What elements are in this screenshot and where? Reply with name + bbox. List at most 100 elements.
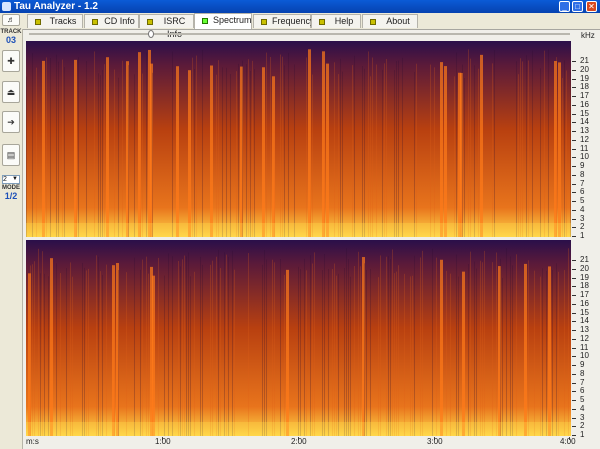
spectrum-band	[496, 252, 497, 436]
slider-track	[29, 33, 570, 35]
frequency-label: 5	[580, 395, 585, 404]
spectrum-band	[478, 68, 479, 237]
eject-button[interactable]: ⏏	[2, 81, 20, 103]
spectrum-band	[304, 258, 305, 436]
tab-isrc-info[interactable]: ISRC Info	[139, 14, 194, 39]
spectrum-band	[96, 255, 97, 436]
forward-icon: ➔	[7, 117, 15, 127]
position-slider[interactable]	[23, 29, 574, 39]
spectrum-band	[528, 260, 529, 436]
spectrum-band	[50, 258, 53, 436]
spectrum-band	[66, 268, 67, 436]
time-label-4: 4:00	[560, 437, 576, 446]
spectrum-band	[78, 57, 79, 237]
frequency-label: 21	[580, 255, 589, 264]
spectrum-band	[48, 276, 49, 436]
tab-cd-info[interactable]: CD Info	[84, 14, 139, 28]
spectrum-band	[474, 65, 475, 237]
add-button[interactable]: ✚	[2, 50, 20, 72]
spectrum-band	[284, 65, 285, 237]
close-button[interactable]: ✕	[586, 1, 597, 12]
spectrum-band	[518, 74, 519, 237]
spectrum-band	[534, 270, 535, 436]
spectrum-band	[140, 68, 141, 237]
spectrum-band	[548, 266, 551, 436]
spectrum-band	[140, 269, 141, 436]
tab-about[interactable]: About	[362, 14, 418, 28]
spectrum-band	[540, 68, 541, 237]
tab-status-icon	[202, 18, 208, 24]
slider-thumb[interactable]	[148, 30, 154, 38]
chevron-down-icon: ▼	[12, 176, 18, 182]
tab-status-icon	[261, 19, 267, 25]
spectrum-band	[134, 257, 135, 436]
spectrum-band	[114, 69, 115, 237]
tab-label: Frequency	[272, 16, 315, 26]
frequency-tick	[572, 236, 576, 237]
minimize-button[interactable]: _	[559, 1, 570, 12]
window-titlebar[interactable]: Tau Analyzer - 1.2 _ □ ✕	[0, 0, 600, 13]
spectrum-band	[32, 264, 33, 436]
frequency-tick	[572, 303, 576, 305]
spectrum-band	[512, 265, 513, 436]
maximize-button[interactable]: □	[572, 1, 583, 12]
frequency-label: 16	[580, 99, 589, 109]
spectrum-band	[344, 268, 345, 436]
spectrum-band	[202, 49, 203, 237]
spectrum-band	[346, 248, 347, 436]
tab-frequency[interactable]: Frequency	[253, 14, 315, 28]
frequency-tick	[572, 260, 576, 261]
track-selector-button[interactable]: ♬	[2, 14, 20, 26]
display-button[interactable]: ▤	[2, 144, 20, 166]
spectrum-band	[376, 64, 377, 237]
spectrum-band	[352, 65, 353, 237]
frequency-label: 13	[580, 126, 589, 135]
spectrum-band	[250, 70, 251, 237]
spectrum-band	[218, 60, 219, 237]
spectrum-band	[190, 276, 191, 436]
mode-value: 1/2	[4, 191, 18, 201]
spectrum-band	[414, 71, 415, 237]
frequency-tick	[572, 295, 576, 296]
spectrum-band	[470, 251, 471, 436]
spectrum-band	[370, 76, 371, 237]
display-icon: ▤	[6, 150, 16, 160]
spectrum-band	[522, 61, 523, 237]
frequency-tick	[572, 347, 576, 349]
spectrum-band	[384, 63, 385, 237]
spectrum-band	[40, 273, 41, 436]
spectrum-band	[378, 277, 379, 436]
spectrum-band	[280, 259, 281, 436]
spectrum-band	[382, 69, 383, 237]
frequency-tick	[572, 330, 576, 331]
tab-spectrum[interactable]: Spectrum	[194, 13, 252, 29]
forward-button[interactable]: ➔	[2, 111, 20, 133]
spectrum-low-frequency-band	[26, 223, 571, 237]
spectrum-band	[284, 274, 285, 436]
spectrum-band	[146, 256, 147, 436]
spectrum-band	[482, 262, 483, 436]
spectrum-band	[462, 271, 465, 436]
spectrum-band	[548, 49, 549, 237]
time-label-2: 2:00	[291, 437, 307, 446]
spectrum-band	[468, 264, 469, 436]
spectrum-band	[164, 275, 165, 436]
channel-select[interactable]: 2 ▼	[2, 175, 20, 184]
spectrum-band	[186, 256, 187, 436]
frequency-tick	[572, 174, 576, 176]
frequency-tick	[572, 338, 576, 340]
tab-help[interactable]: Help	[311, 14, 361, 28]
spectrum-band	[306, 270, 307, 436]
frequency-label: 9	[580, 161, 585, 170]
spectrum-band	[98, 73, 99, 237]
spectrum-band	[266, 259, 267, 436]
spectrum-band	[500, 258, 501, 436]
spectrum-band	[294, 64, 295, 237]
spectrum-band	[300, 269, 301, 436]
spectrum-band	[246, 64, 247, 237]
spectrum-band	[334, 62, 335, 237]
frequency-label: 21	[580, 56, 589, 65]
spectrum-band	[402, 57, 403, 237]
tab-tracks[interactable]: Tracks	[27, 14, 83, 28]
spectrum-band	[340, 58, 341, 237]
